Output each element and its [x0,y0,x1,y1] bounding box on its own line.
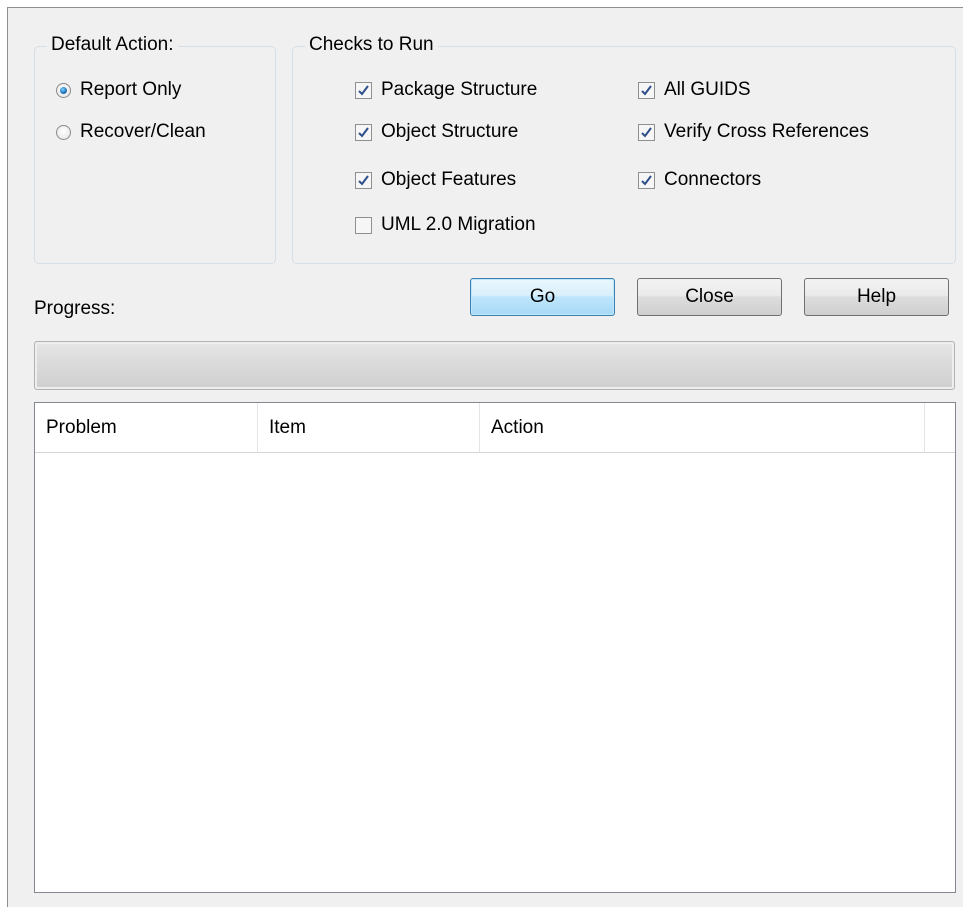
column-header-problem[interactable]: Problem [35,403,258,452]
close-button[interactable]: Close [637,278,782,316]
check-connectors[interactable]: Connectors [638,167,761,193]
check-all-guids[interactable]: All GUIDS [638,77,751,103]
check-object-structure-label: Object Structure [381,121,519,142]
check-verify-cross-references[interactable]: Verify Cross References [638,119,869,145]
check-package-structure-box[interactable] [355,81,372,99]
radio-report-only[interactable]: Report Only [56,77,181,103]
checkmark-icon [641,174,652,186]
help-button[interactable]: Help [804,278,949,316]
check-package-structure-label: Package Structure [381,79,538,100]
check-connectors-box[interactable] [638,171,655,189]
check-verify-cross-references-label: Verify Cross References [664,121,869,142]
check-uml-migration-box[interactable] [355,216,372,234]
go-button[interactable]: Go [470,278,615,316]
checkmark-icon [358,174,369,186]
project-integrity-dialog: Default Action: Report Only Recover/Clea… [7,7,963,907]
column-header-filler [925,403,955,452]
check-verify-cross-references-box[interactable] [638,123,655,141]
default-action-title: Default Action: [47,33,178,57]
check-connectors-label: Connectors [664,169,762,190]
radio-report-only-indicator[interactable] [56,82,71,98]
results-list-header: Problem Item Action [35,403,955,453]
progress-label: Progress: [34,298,116,319]
radio-report-only-label: Report Only [80,79,182,100]
check-object-features[interactable]: Object Features [355,167,516,193]
check-all-guids-label: All GUIDS [664,79,751,100]
check-object-structure-box[interactable] [355,123,372,141]
results-list[interactable]: Problem Item Action [34,402,956,893]
checkmark-icon [358,126,369,138]
check-uml-migration[interactable]: UML 2.0 Migration [355,212,536,238]
radio-recover-clean-label: Recover/Clean [80,121,206,142]
column-header-item[interactable]: Item [258,403,480,452]
checkmark-icon [641,126,652,138]
checkmark-icon [358,84,369,96]
progress-bar [34,341,955,390]
check-package-structure[interactable]: Package Structure [355,77,537,103]
radio-recover-clean[interactable]: Recover/Clean [56,119,206,145]
checkmark-icon [641,84,652,96]
check-object-features-box[interactable] [355,171,372,189]
check-object-structure[interactable]: Object Structure [355,119,518,145]
radio-recover-clean-indicator[interactable] [56,124,71,140]
check-object-features-label: Object Features [381,169,517,190]
column-header-action[interactable]: Action [480,403,925,452]
checks-to-run-title: Checks to Run [305,33,438,57]
check-all-guids-box[interactable] [638,81,655,99]
check-uml-migration-label: UML 2.0 Migration [381,214,536,235]
